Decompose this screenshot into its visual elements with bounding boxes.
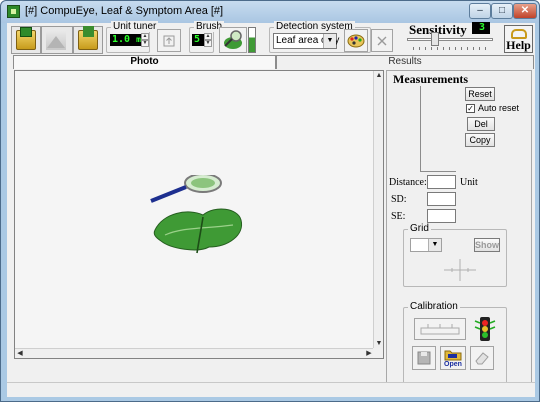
app-icon [7,5,20,18]
unit-tuner-up[interactable]: ▲ [141,33,149,40]
client-area: Unit tuner 1.0 mm ▲ ▼ Brush 5 ▲ ▼ [7,21,535,397]
open-calibration-button[interactable]: Open [440,346,466,370]
scroll-left-icon[interactable]: ◀ [15,349,25,359]
status-bar [7,382,535,397]
sd-label: SD: [391,194,407,205]
unit-tuner-display: 1.0 mm [110,34,146,46]
landscape-button[interactable] [41,26,73,54]
clear-button[interactable] [371,29,393,52]
save-calibration-button[interactable] [412,346,436,370]
unit-label: Unit [460,177,478,188]
measurement-graph [420,86,456,172]
grid-group: Grid ▼ Show [403,223,507,287]
grid-select[interactable]: ▼ [410,238,442,252]
minimize-button[interactable]: – [469,3,491,19]
spin-up-button[interactable] [157,29,181,52]
calibration-ruler-button[interactable] [414,318,466,340]
floppy-icon [417,351,431,365]
reset-button[interactable]: Reset [465,87,495,101]
scroll-up-icon[interactable]: ▲ [374,71,384,81]
photo-area[interactable] [15,71,374,349]
app-window: [#] CompuEye, Leaf & Symptom Area [#] – … [0,0,540,402]
grid-show-button[interactable]: Show [474,238,500,252]
magnifier-leaf-icon [224,30,242,49]
help-button[interactable]: Help [504,25,533,53]
brush-up[interactable]: ▲ [204,33,212,40]
calibration-group: Calibration Open [403,301,507,389]
sensitivity-slider-thumb[interactable] [431,32,439,46]
ruler-icon [420,324,460,335]
distance-label: Distance: [389,177,427,188]
distance-field[interactable] [427,175,456,189]
close-x-icon [377,36,387,45]
grid-chevron-down-icon: ▼ [428,239,441,251]
open-image-icon [16,27,36,50]
chevron-down-icon: ▼ [323,34,336,48]
erase-calibration-button[interactable] [470,346,494,370]
se-label: SE: [391,211,406,222]
brush-value: 5 [192,34,204,46]
leaf-magnifier-image [150,175,243,254]
sensitivity-value: 3 [472,22,490,34]
close-button[interactable]: ✕ [513,3,537,19]
title-bar[interactable]: [#] CompuEye, Leaf & Symptom Area [#] – … [1,1,539,23]
sensitivity-slider[interactable] [407,38,493,41]
eraser-icon [475,352,489,365]
sensitivity-ticks [413,47,491,50]
measurements-title: Measurements [393,72,469,86]
magnifier-button[interactable] [219,27,247,53]
del-button[interactable]: Del [467,117,495,131]
unit-tuner-down[interactable]: ▼ [141,40,149,47]
measurements-panel: Measurements Reset ✓ Auto reset Del Copy… [386,70,532,392]
detection-label: Detection system [274,21,355,32]
open-image-button[interactable] [11,26,41,54]
window-title: [#] CompuEye, Leaf & Symptom Area [#] [25,5,224,17]
open-label: Open [444,360,462,368]
unit-tuner-value: 1.0 [112,34,131,45]
toolbar: Unit tuner 1.0 mm ▲ ▼ Brush 5 ▲ ▼ [7,21,535,55]
color-strip [248,27,256,53]
se-field[interactable] [427,209,456,223]
palette-button[interactable] [344,29,368,52]
auto-reset-checkbox[interactable]: ✓ [466,104,475,113]
palette-icon [347,34,365,47]
auto-reset-label: Auto reset [478,103,520,113]
open-folder-icon [444,350,462,360]
vertical-scrollbar[interactable]: ▲ ▼ [373,71,383,349]
traffic-light-icon [474,317,496,341]
scroll-corner [373,348,383,358]
tab-results[interactable]: Results [276,55,534,69]
horizontal-scrollbar[interactable]: ◀ ▶ [15,348,374,358]
landscape-icon [46,30,66,50]
grid-crosshair-icon [444,259,476,281]
copy-button[interactable]: Copy [465,133,495,147]
spin-up-icon [163,35,175,46]
help-label: Help [506,38,531,52]
sd-field[interactable] [427,192,456,206]
photo-canvas[interactable]: ▲ ▼ ◀ ▶ [14,70,384,359]
detection-select[interactable]: Leaf area only ▼ [273,33,339,49]
maximize-button[interactable]: □ [491,3,513,19]
key-icon [511,29,527,39]
tab-strip: Photo Results [7,55,535,69]
save-image-button[interactable] [73,26,103,54]
save-image-icon [78,26,98,50]
grid-label: Grid [408,223,431,234]
brush-down[interactable]: ▼ [204,40,212,47]
unit-tuner-label: Unit tuner [111,21,159,32]
calibration-label: Calibration [408,301,460,312]
tab-photo[interactable]: Photo [13,55,276,69]
